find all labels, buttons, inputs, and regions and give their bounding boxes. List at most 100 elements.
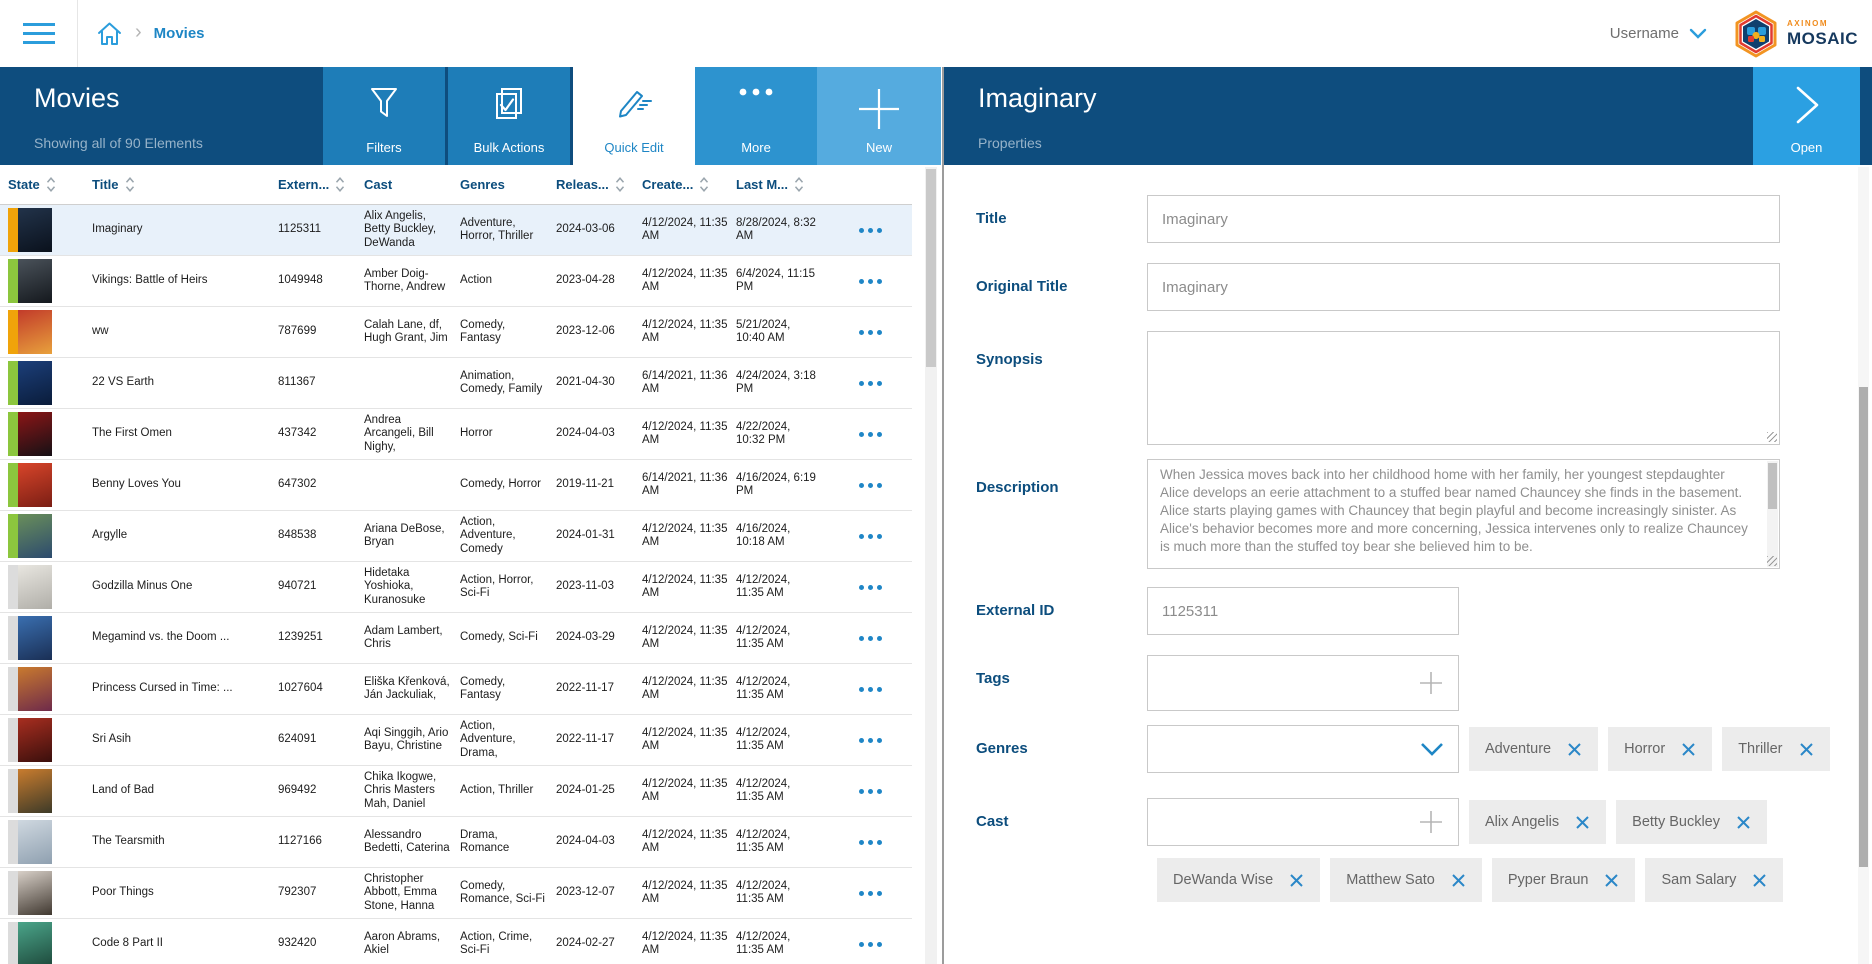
row-actions-button[interactable] [828,636,912,641]
column-header-lastm[interactable]: Last M... [736,176,828,193]
row-actions-button[interactable] [828,789,912,794]
row-actions-button[interactable] [828,330,912,335]
original-title-input[interactable] [1147,263,1780,311]
table-row[interactable]: Code 8 Part II932420Aaron Abrams, AkielA… [0,919,912,964]
description-scrollbar-thumb[interactable] [1768,463,1777,509]
row-actions-button[interactable] [828,381,912,386]
row-actions-button[interactable] [828,228,912,233]
table-row[interactable]: Vikings: Battle of Heirs1049948Amber Doi… [0,256,912,307]
table-row[interactable]: The First Omen437342Andrea Arcangeli, Bi… [0,409,912,460]
modified-cell: 4/22/2024, 10:32 PM [736,421,828,448]
state-indicator [8,922,18,964]
table-row[interactable]: Land of Bad969492Chika Ikogwe, Chris Mas… [0,766,912,817]
home-icon[interactable] [96,20,123,47]
row-actions-button[interactable] [828,483,912,488]
description-textarea[interactable]: When Jessica moves back into her childho… [1147,459,1780,569]
quick-edit-icon [613,85,655,128]
table-row[interactable]: 22 VS Earth811367Animation, Comedy, Fami… [0,358,912,409]
row-actions-button[interactable] [828,942,912,947]
movies-list-panel: Movies Showing all of 90 Elements Filter… [0,67,941,964]
description-field-label: Description [976,459,1147,569]
remove-chip-icon[interactable] [1799,742,1814,757]
column-header-title[interactable]: Title [92,176,278,193]
poster-thumbnail [18,514,52,558]
action-filters-button[interactable]: Filters [323,67,445,165]
row-actions-button[interactable] [828,432,912,437]
chip-label: Sam Salary [1661,872,1736,888]
table-row[interactable]: ww787699Calah Lane, df, Hugh Grant, JimC… [0,307,912,358]
column-header-state[interactable]: State [8,176,92,193]
remove-chip-icon[interactable] [1289,873,1304,888]
resize-handle-icon[interactable] [1767,432,1777,442]
details-subtitle: Properties [978,135,1042,151]
modified-cell: 4/12/2024, 11:35 AM [736,727,828,754]
table-row[interactable]: Benny Loves You647302Comedy, Horror2019-… [0,460,912,511]
remove-chip-icon[interactable] [1575,815,1590,830]
list-scrollbar[interactable] [925,167,937,964]
remove-chip-icon[interactable] [1681,742,1696,757]
row-actions-button[interactable] [828,738,912,743]
title-cell: Imaginary [92,223,278,236]
description-scrollbar[interactable] [1767,461,1778,567]
title-input[interactable] [1147,195,1780,243]
plus-icon[interactable] [1418,656,1444,710]
title-cell: Vikings: Battle of Heirs [92,274,278,287]
state-indicator [8,361,18,405]
sort-icon[interactable] [794,176,804,193]
external-id-cell: 1049948 [278,274,364,287]
created-cell: 4/12/2024, 11:35 AM [642,625,736,652]
synopsis-textarea[interactable] [1147,331,1780,445]
action-new-button[interactable]: New [817,67,941,165]
row-actions-button[interactable] [828,891,912,896]
column-header-releas[interactable]: Releas... [556,176,642,193]
genres-select[interactable] [1147,725,1459,773]
sort-icon[interactable] [125,176,135,193]
sort-icon[interactable] [46,176,56,193]
external-id-cell: 787699 [278,325,364,338]
list-scrollbar-thumb[interactable] [926,169,936,367]
details-scrollbar-thumb[interactable] [1859,387,1868,867]
tags-input[interactable] [1147,655,1459,711]
row-actions-button[interactable] [828,585,912,590]
plus-icon[interactable] [1418,799,1444,845]
row-actions-button[interactable] [828,279,912,284]
remove-chip-icon[interactable] [1604,873,1619,888]
table-row[interactable]: Godzilla Minus One940721Hidetaka Yoshiok… [0,562,912,613]
sort-icon[interactable] [615,176,625,193]
state-indicator [8,718,18,762]
remove-chip-icon[interactable] [1567,742,1582,757]
sort-icon[interactable] [335,176,345,193]
action-bulk-actions-button[interactable]: Bulk Actions [448,67,570,165]
action-quick-edit-button[interactable]: Quick Edit [573,67,695,165]
open-button[interactable]: Open [1753,67,1860,165]
row-actions-button[interactable] [828,534,912,539]
hamburger-menu-icon[interactable] [0,0,78,67]
table-row[interactable]: Sri Asih624091Aqi Singgih, Ario Bayu, Ch… [0,715,912,766]
released-cell: 2021-04-30 [556,376,642,389]
resize-handle-icon[interactable] [1767,556,1777,566]
row-actions-button[interactable] [828,687,912,692]
action-more-button[interactable]: More [695,67,817,165]
remove-chip-icon[interactable] [1451,873,1466,888]
table-row[interactable]: Megamind vs. the Doom ...1239251Adam Lam… [0,613,912,664]
table-row[interactable]: Argylle848538Ariana DeBose, BryanAction,… [0,511,912,562]
table-row[interactable]: The Tearsmith1127166Alessandro Bedetti, … [0,817,912,868]
table-row[interactable]: Imaginary1125311Alix Angelis, Betty Buck… [0,205,912,256]
table-row[interactable]: Princess Cursed in Time: ...1027604Elišk… [0,664,912,715]
column-header-create[interactable]: Create... [642,176,736,193]
row-actions-button[interactable] [828,840,912,845]
user-menu[interactable]: Username [1610,25,1707,42]
column-header-extern[interactable]: Extern... [278,176,364,193]
table-row[interactable]: Poor Things792307Christopher Abbott, Emm… [0,868,912,919]
remove-chip-icon[interactable] [1736,815,1751,830]
breadcrumb-current[interactable]: Movies [154,25,205,42]
synopsis-field-label: Synopsis [976,331,1147,445]
poster-thumbnail [18,820,52,864]
sort-icon[interactable] [699,176,709,193]
remove-chip-icon[interactable] [1752,873,1767,888]
poster-thumbnail [18,718,52,762]
external-id-input[interactable] [1147,587,1459,635]
details-scrollbar[interactable] [1858,167,1869,964]
title-cell: Sri Asih [92,733,278,746]
cast-input[interactable] [1147,798,1459,846]
